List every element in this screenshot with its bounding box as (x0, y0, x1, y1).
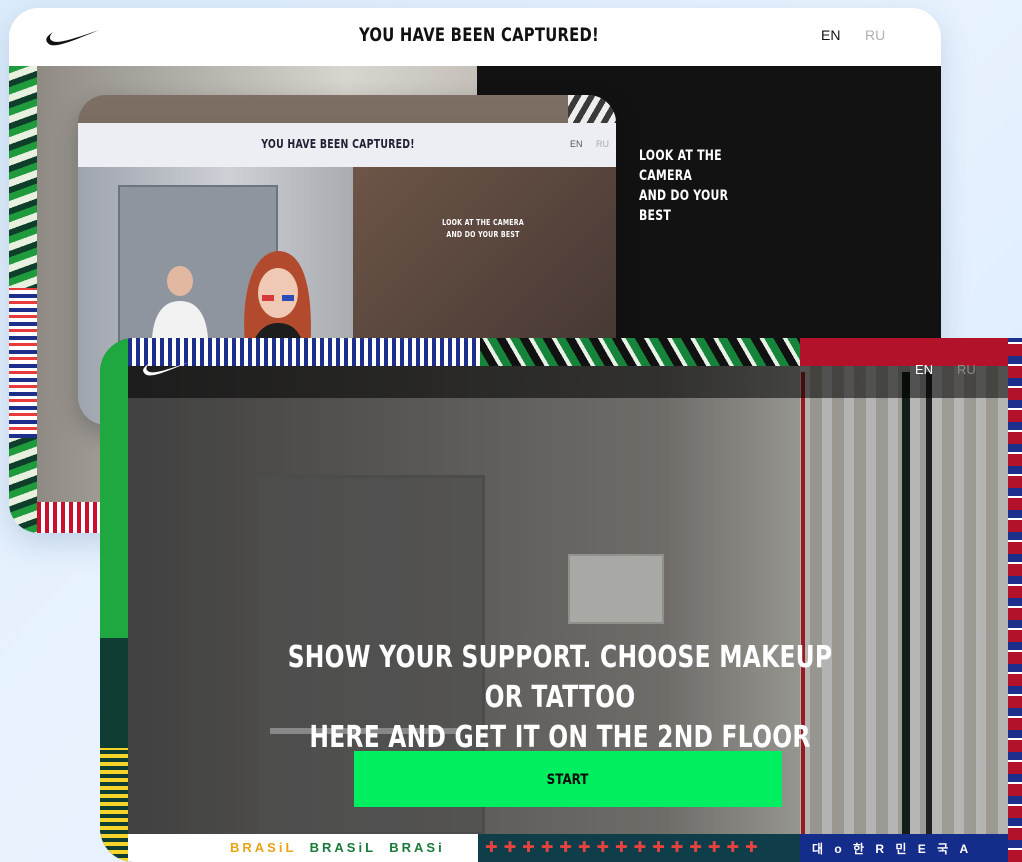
instruction-line-2: AND DO YOUR BEST (639, 188, 729, 224)
brasil-text-3: BRASi (389, 840, 445, 855)
kiosk-instruction-line-2: AND DO YOUR BEST (446, 230, 520, 239)
pattern-border-top-red (800, 338, 1022, 366)
language-ru-link[interactable]: RU (865, 27, 885, 43)
language-en-link[interactable]: EN (821, 27, 840, 43)
front-screen-header (128, 366, 1022, 398)
back-screen-header: YOU HAVE BEEN CAPTURED! EN RU (9, 8, 941, 66)
kiosk-lang-en: EN (570, 139, 583, 149)
kiosk-screen-title: YOU HAVE BEEN CAPTURED! (261, 137, 415, 151)
brasil-text-2: BRASiL (309, 840, 377, 855)
kiosk-camera-instruction: LOOK AT THE CAMERA AND DO YOUR BEST (440, 217, 526, 241)
language-ru-link[interactable]: RU (957, 362, 976, 377)
pattern-border-top-green (480, 338, 800, 366)
nike-swoosh-icon (46, 30, 99, 46)
pattern-border-left-stripes (100, 748, 128, 862)
page-title: YOU HAVE BEEN CAPTURED! (358, 24, 600, 46)
start-button-label: START (547, 771, 589, 788)
stripe-border-left (9, 288, 37, 438)
brasil-border-text: BRASiL BRASiL BRASi (230, 840, 445, 855)
instruction-line-1: LOOK AT THE CAMERA (639, 148, 722, 184)
korea-border-text: 대 o 한 R 민 E 국 A (812, 842, 973, 856)
language-en-link[interactable]: EN (915, 362, 933, 377)
pattern-border-right (1008, 338, 1022, 862)
kiosk-instruction-line-1: LOOK AT THE CAMERA (442, 218, 524, 227)
camera-instruction: LOOK AT THE CAMERA AND DO YOUR BEST (639, 146, 764, 226)
headline-line-1: SHOW YOUR SUPPORT. CHOOSE MAKEUP OR TATT… (287, 640, 833, 715)
nike-swoosh-icon (143, 361, 191, 376)
front-screen-card: BRASiL BRASiL BRASi ✚✚✚✚✚✚✚✚✚✚✚✚✚✚✚ 대 o … (100, 338, 1022, 862)
brasil-text-1: BRASiL (230, 840, 297, 855)
start-button[interactable]: START (354, 751, 782, 807)
wall-pattern (568, 95, 616, 123)
man-figure (152, 266, 208, 338)
kiosk-lang-ru: RU (596, 139, 609, 149)
pattern-border-left-dark (100, 638, 128, 748)
cross-pattern: ✚✚✚✚✚✚✚✚✚✚✚✚✚✚✚ (485, 839, 764, 856)
